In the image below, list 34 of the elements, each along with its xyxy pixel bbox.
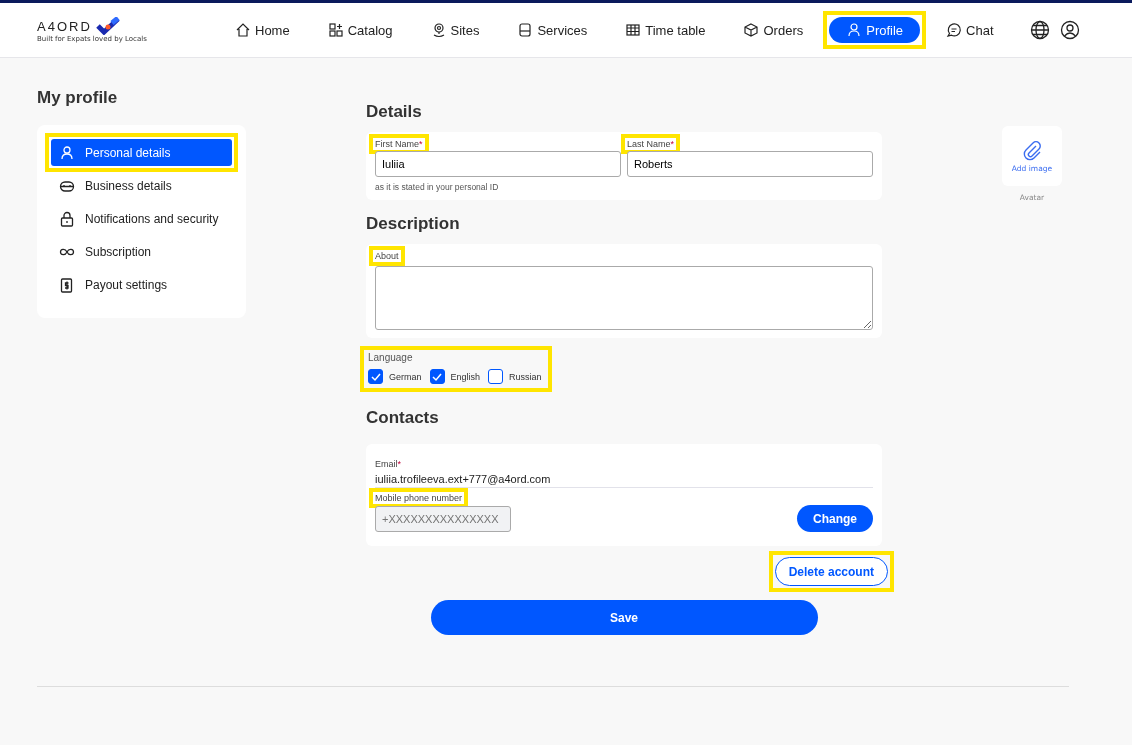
field-label: Mobile phone number bbox=[375, 492, 463, 504]
change-button[interactable]: Change bbox=[797, 505, 873, 532]
checkbox-label: Russian bbox=[509, 371, 542, 382]
text-input[interactable]: Iuliia bbox=[375, 151, 621, 177]
nav-tab[interactable]: Orders bbox=[731, 17, 816, 43]
nav-tab[interactable]: Catalog bbox=[315, 17, 405, 43]
nav-tab[interactable]: Services bbox=[505, 17, 600, 43]
nav-tab[interactable]: Chat bbox=[934, 17, 1006, 43]
logo-wordmark: A4ORD bbox=[37, 18, 92, 34]
delete-account-button[interactable]: Delete account bbox=[774, 557, 888, 586]
nav-tab[interactable]: Home bbox=[223, 17, 302, 43]
sidebar-item[interactable]: Personal details bbox=[51, 139, 232, 166]
sidebar-item[interactable]: Payout settings bbox=[51, 271, 232, 298]
sidebar-item[interactable]: Subscription bbox=[51, 238, 232, 265]
field-hint: as it is stated in your personal ID bbox=[375, 182, 500, 192]
text-input[interactable]: Roberts bbox=[627, 151, 873, 177]
field-label: About bbox=[375, 250, 399, 262]
language-label: Language bbox=[368, 352, 414, 363]
field-label: Last Name* bbox=[627, 138, 675, 150]
section-title: Contacts bbox=[366, 408, 440, 428]
email-value: iuliia.trofileeva.ext+777@a4ord.com bbox=[375, 473, 873, 488]
nav-tab[interactable]: Time table bbox=[613, 17, 718, 43]
sidebar-item[interactable]: Business details bbox=[51, 172, 232, 199]
field-label: Email* bbox=[375, 458, 402, 470]
sidebar-item[interactable]: Notifications and security bbox=[51, 205, 232, 232]
section-title: Details bbox=[366, 102, 423, 122]
nav-tab[interactable]: Profile bbox=[829, 17, 921, 43]
field-label: First Name* bbox=[375, 138, 423, 150]
section-title: Description bbox=[366, 214, 461, 234]
sidebar-title: My profile bbox=[37, 88, 119, 108]
save-button[interactable]: Save bbox=[430, 600, 818, 635]
checkbox-label: English bbox=[450, 371, 481, 382]
nav-tab[interactable]: Sites bbox=[418, 17, 492, 43]
checkbox-label: German bbox=[389, 371, 422, 382]
